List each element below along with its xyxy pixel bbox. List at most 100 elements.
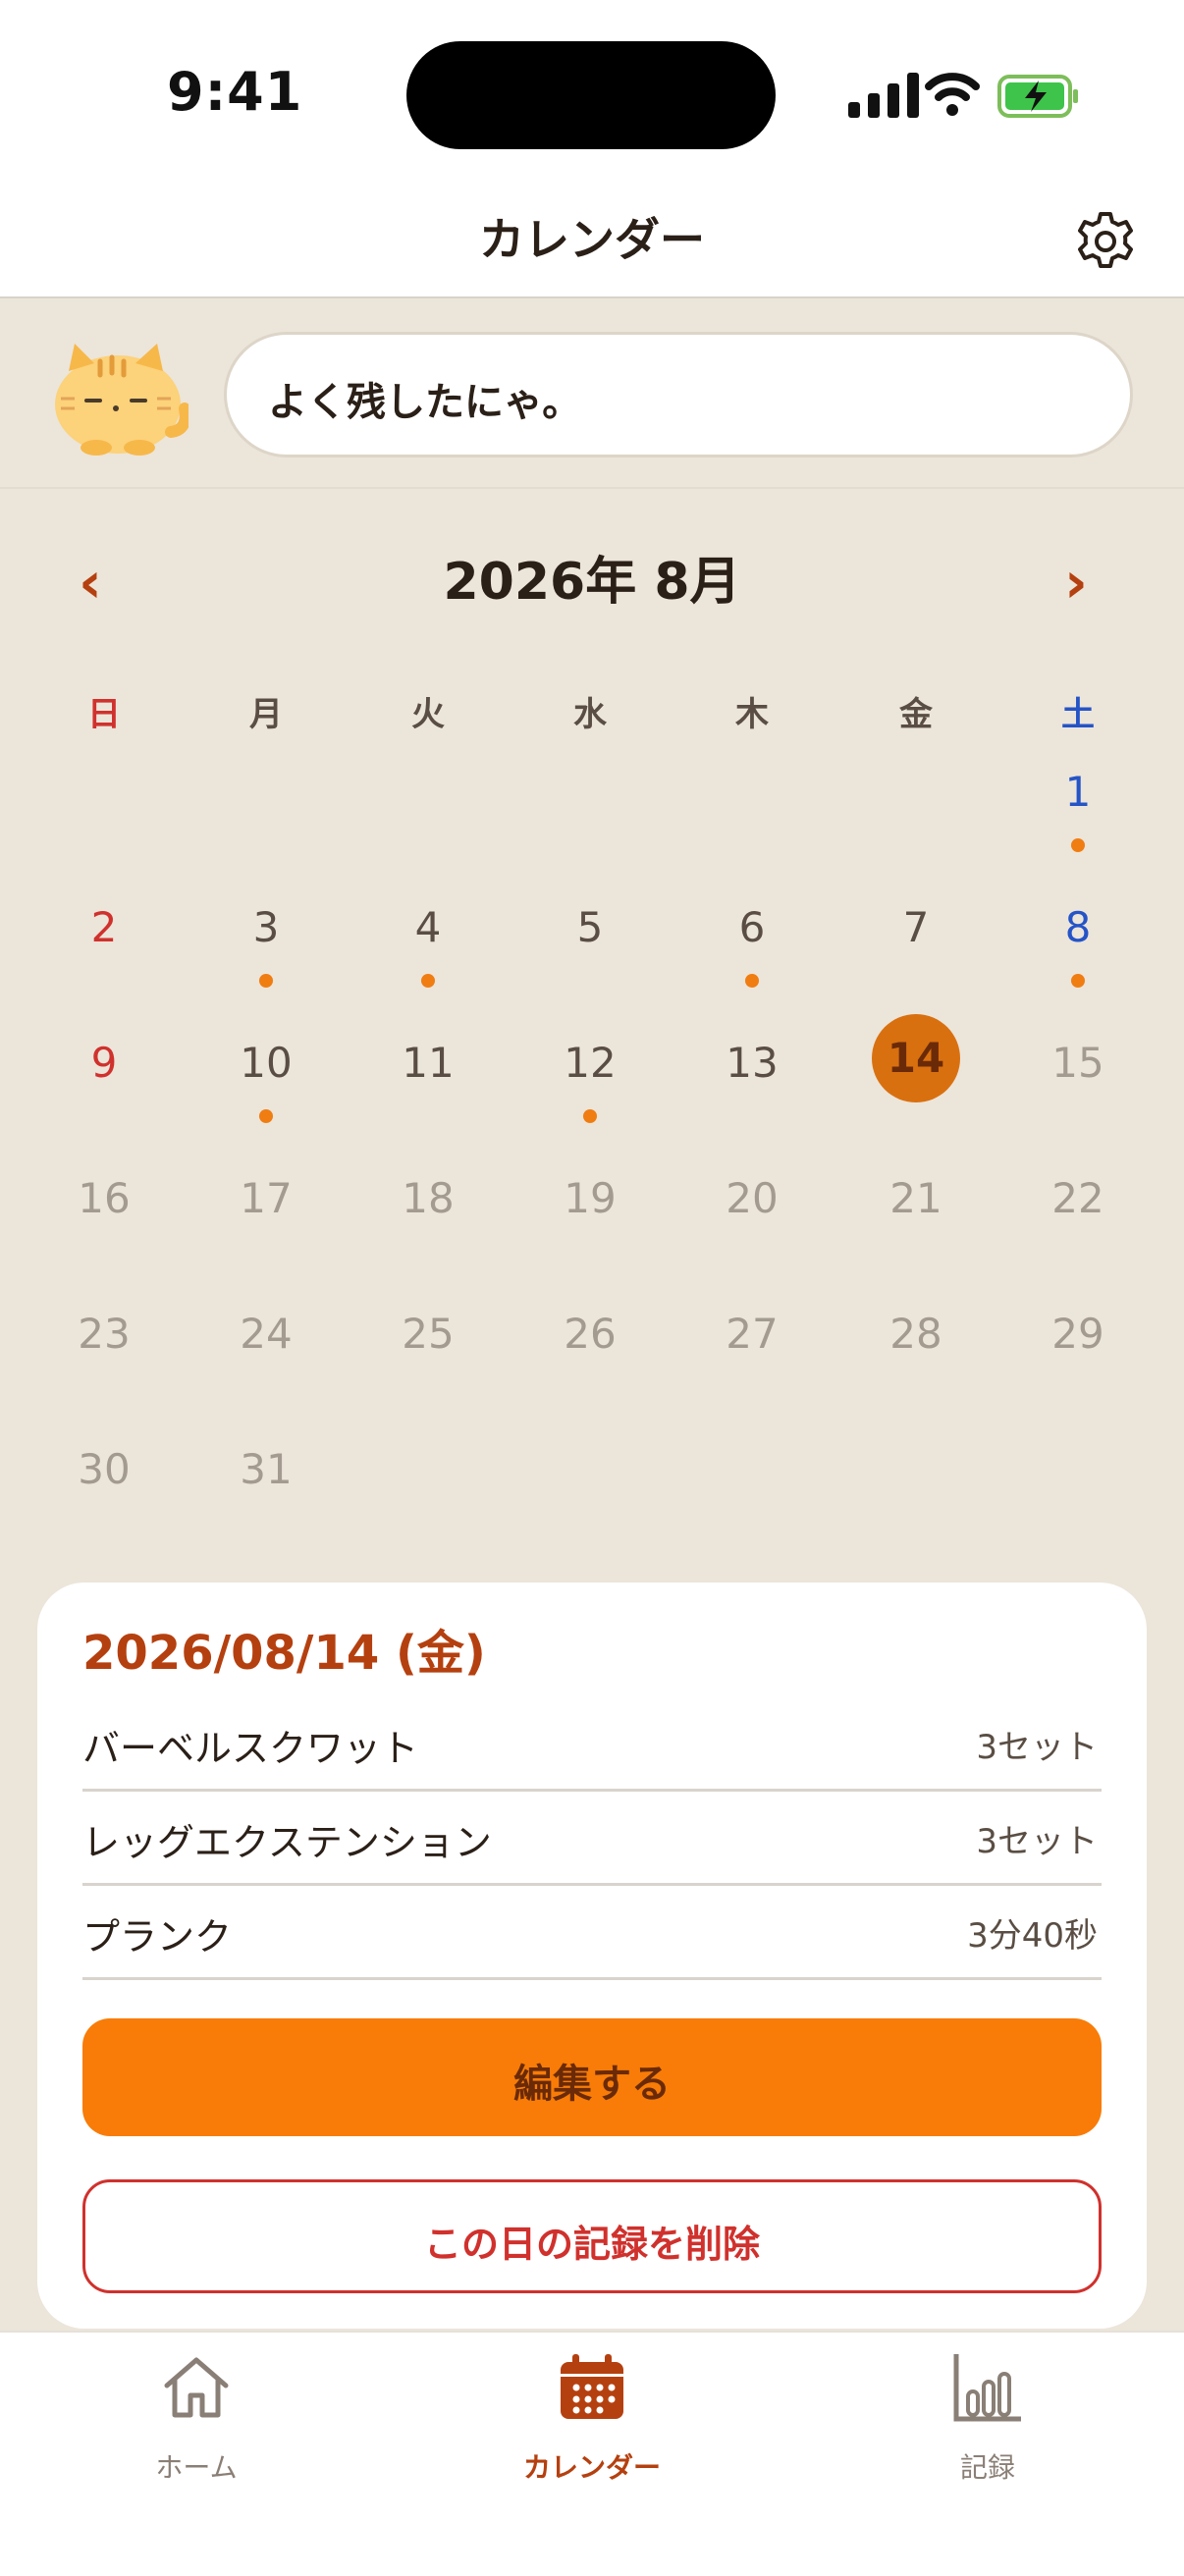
record-indicator-dot [583, 1109, 597, 1123]
calendar-day-10[interactable]: 10 [207, 1019, 325, 1137]
selected-date-title: 2026/08/14 (金) [82, 1626, 486, 1681]
calendar-day-29[interactable]: 29 [1019, 1290, 1137, 1408]
calendar-day-number: 7 [902, 903, 930, 951]
calendar-day-number: 31 [240, 1445, 293, 1493]
calendar-day-30[interactable]: 30 [45, 1425, 163, 1543]
calendar-day-number: 28 [889, 1310, 942, 1358]
calendar-day-4[interactable]: 4 [369, 884, 487, 1001]
chevron-right-icon[interactable]: › [1064, 550, 1088, 615]
record-value: 3セット [976, 1728, 1098, 1767]
calendar-day-number: 15 [1051, 1039, 1104, 1087]
delete-records-button[interactable]: この日の記録を削除 [82, 2179, 1102, 2293]
weekday-sun: 日 [87, 695, 121, 734]
tab-records-label: 記録 [959, 2451, 1015, 2484]
calendar-day-26[interactable]: 26 [531, 1290, 649, 1408]
record-value: 3分40秒 [967, 1916, 1098, 1956]
calendar-day-number: 18 [402, 1174, 455, 1222]
calendar-day-number: 13 [726, 1039, 779, 1087]
calendar-day-17[interactable]: 17 [207, 1154, 325, 1272]
record-row: バーベルスクワット 3セット [82, 1696, 1102, 1792]
calendar-day-number: 1 [1064, 768, 1092, 816]
calendar-day-16[interactable]: 16 [45, 1154, 163, 1272]
calendar-day-number: 19 [564, 1174, 617, 1222]
calendar-day-27[interactable]: 27 [693, 1290, 811, 1408]
calendar-day-20[interactable]: 20 [693, 1154, 811, 1272]
edit-button-label: 編集する [513, 2062, 671, 2107]
calendar-day-28[interactable]: 28 [857, 1290, 975, 1408]
cellular-signal-icon [848, 73, 919, 118]
calendar-day-number: 24 [240, 1310, 293, 1358]
home-icon [164, 2357, 229, 2418]
calendar-icon [561, 2354, 623, 2419]
cat-avatar [55, 344, 188, 456]
record-name: プランク [82, 1915, 233, 1959]
calendar-day-number: 23 [78, 1310, 131, 1358]
record-indicator-dot [259, 974, 273, 988]
record-indicator-dot [421, 974, 435, 988]
gear-icon[interactable] [1074, 210, 1137, 273]
calendar-day-7[interactable]: 7 [857, 884, 975, 1001]
calendar-day-19[interactable]: 19 [531, 1154, 649, 1272]
calendar-day-number: 16 [78, 1174, 131, 1222]
record-name: レッグエクステンション [82, 1821, 492, 1864]
dynamic-island [406, 41, 776, 149]
calendar-day-number: 9 [90, 1039, 118, 1087]
weekday-tue: 火 [411, 695, 445, 734]
calendar-day-number: 27 [726, 1310, 779, 1358]
calendar-day-12[interactable]: 12 [531, 1019, 649, 1137]
calendar-day-number: 26 [564, 1310, 617, 1358]
calendar-day-2[interactable]: 2 [45, 884, 163, 1001]
calendar-day-14[interactable]: 14 [857, 1014, 975, 1137]
calendar-day-number: 17 [240, 1174, 293, 1222]
calendar-day-23[interactable]: 23 [45, 1290, 163, 1408]
record-row: プランク 3分40秒 [82, 1885, 1102, 1980]
weekday-mon: 月 [249, 695, 283, 734]
tab-home-label: ホーム [155, 2451, 238, 2484]
calendar-day-number: 5 [576, 903, 604, 951]
battery-charging-icon [997, 75, 1078, 118]
message-bubble: よく残したにゃ。 [224, 332, 1133, 457]
record-name: バーベルスクワット [82, 1727, 419, 1770]
tab-calendar[interactable]: カレンダー [464, 2352, 720, 2490]
wifi-icon [925, 73, 980, 116]
calendar-day-1[interactable]: 1 [1019, 748, 1137, 866]
tab-records[interactable]: 記録 [860, 2352, 1115, 2490]
calendar-day-9[interactable]: 9 [45, 1019, 163, 1137]
record-indicator-dot [745, 974, 759, 988]
weekday-wed: 水 [573, 695, 607, 734]
edit-button[interactable]: 編集する [82, 2018, 1102, 2136]
calendar-day-number: 29 [1051, 1310, 1104, 1358]
calendar-day-3[interactable]: 3 [207, 884, 325, 1001]
calendar-day-25[interactable]: 25 [369, 1290, 487, 1408]
calendar-day-number: 4 [414, 903, 442, 951]
record-value: 3セット [976, 1822, 1098, 1861]
calendar-day-13[interactable]: 13 [693, 1019, 811, 1137]
calendar-day-6[interactable]: 6 [693, 884, 811, 1001]
calendar-day-21[interactable]: 21 [857, 1154, 975, 1272]
record-indicator-dot [1071, 838, 1085, 852]
tab-calendar-label: カレンダー [522, 2451, 661, 2484]
bar-chart-icon [953, 2354, 1021, 2422]
calendar-day-22[interactable]: 22 [1019, 1154, 1137, 1272]
record-indicator-dot [1071, 974, 1085, 988]
calendar-day-number: 2 [90, 903, 118, 951]
calendar-day-15[interactable]: 15 [1019, 1019, 1137, 1137]
tab-home[interactable]: ホーム [69, 2352, 324, 2490]
record-indicator-dot [259, 1109, 273, 1123]
calendar-day-18[interactable]: 18 [369, 1154, 487, 1272]
calendar-day-5[interactable]: 5 [531, 884, 649, 1001]
calendar-day-number: 25 [402, 1310, 455, 1358]
calendar-day-8[interactable]: 8 [1019, 884, 1137, 1001]
weekday-sat: 土 [1061, 695, 1095, 734]
day-detail-card: 2026/08/14 (金) バーベルスクワット 3セット レッグエクステンショ… [37, 1583, 1147, 2329]
calendar-day-31[interactable]: 31 [207, 1425, 325, 1543]
delete-button-label: この日の記録を削除 [423, 2223, 760, 2266]
calendar-day-number: 8 [1064, 903, 1092, 951]
cat-message-band: よく残したにゃ。 [0, 298, 1184, 489]
calendar-day-24[interactable]: 24 [207, 1290, 325, 1408]
calendar-day-number: 30 [78, 1445, 131, 1493]
calendar-day-11[interactable]: 11 [369, 1019, 487, 1137]
calendar-day-number: 11 [402, 1039, 455, 1087]
calendar-day-number: 3 [252, 903, 280, 951]
calendar-day-number: 20 [726, 1174, 779, 1222]
